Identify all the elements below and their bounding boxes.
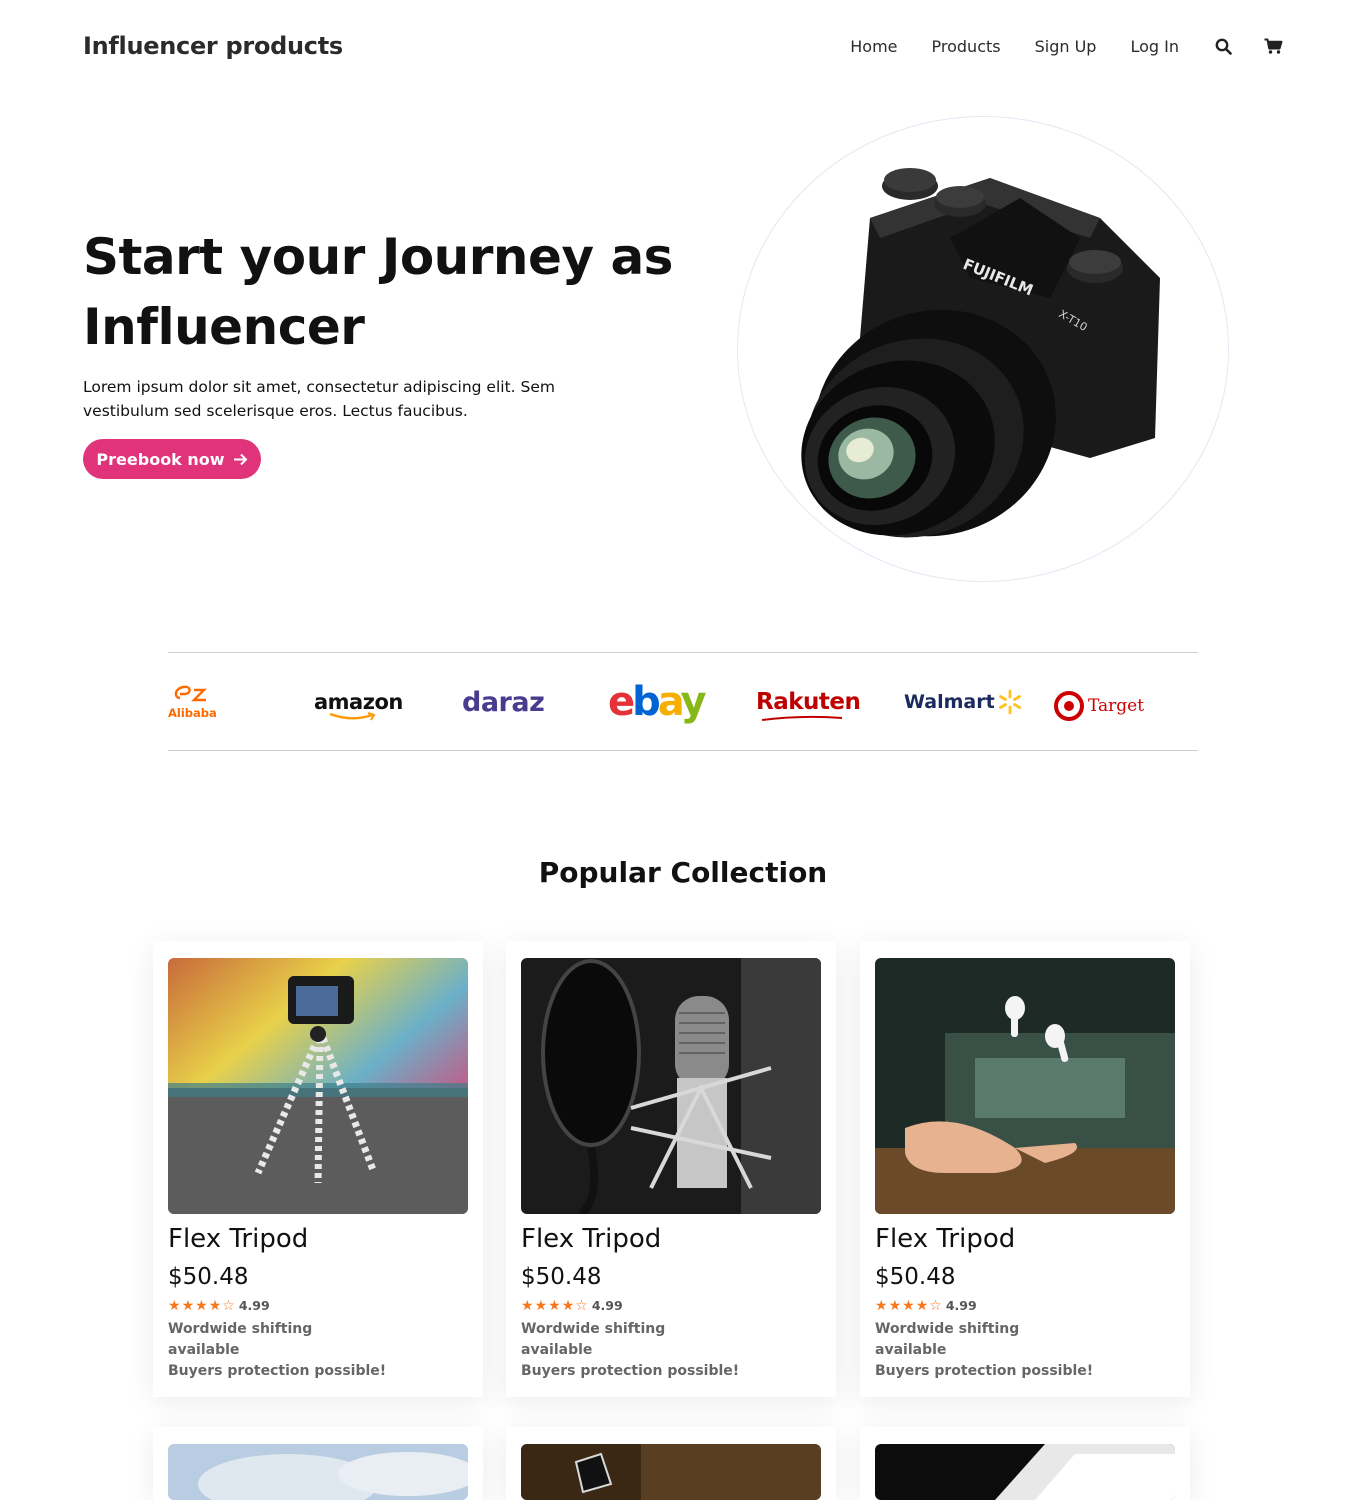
- amazon-logo[interactable]: amazon: [314, 673, 403, 731]
- alibaba-mark-icon: [175, 685, 208, 702]
- product-image[interactable]: [168, 1444, 468, 1500]
- product-name[interactable]: Flex Tripod: [168, 1224, 308, 1254]
- target-text: Target: [1088, 696, 1145, 716]
- star-icon: ★: [548, 1297, 561, 1314]
- rakuten-logo[interactable]: Rakuten: [756, 673, 861, 731]
- amazon-text: amazon: [314, 690, 403, 714]
- star-icon: ★: [195, 1297, 208, 1314]
- product-card[interactable]: [153, 1427, 483, 1500]
- walmart-spark-icon: [998, 689, 1021, 715]
- protection-info: Buyers protection possible!: [875, 1363, 1094, 1379]
- ebay-letter-e: e: [608, 679, 635, 725]
- protection-info: Buyers protection possible!: [168, 1363, 387, 1379]
- search-icon[interactable]: [1213, 36, 1233, 56]
- product-rating: ★ ★ ★ ★ ☆ 4.99: [875, 1298, 977, 1313]
- product-name[interactable]: Flex Tripod: [875, 1224, 1015, 1254]
- rating-value: 4.99: [945, 1298, 977, 1313]
- star-icon: ★: [534, 1297, 548, 1314]
- star-icon: ★: [208, 1297, 222, 1314]
- star-icon: ★: [521, 1297, 534, 1314]
- site-header: Influencer products Home Products Sign U…: [0, 0, 1366, 96]
- rating-value: 4.99: [591, 1298, 623, 1313]
- alibaba-logo[interactable]: Alibaba: [168, 673, 217, 731]
- star-icon: ★: [902, 1297, 915, 1314]
- product-card[interactable]: Flex Tripod $50.48 ★ ★ ★ ★ ☆ 4.99 Wordwide s…: [860, 941, 1190, 1397]
- nav-home[interactable]: Home: [850, 37, 897, 56]
- star-icon: ★: [888, 1297, 902, 1314]
- rating-value: 4.99: [238, 1298, 270, 1313]
- hero-description: Lorem ipsum dolor sit amet, consectetur …: [83, 378, 555, 420]
- star-half-icon: ☆: [575, 1297, 588, 1314]
- target-bullseye-icon: [1054, 691, 1084, 721]
- alibaba-text: Alibaba: [168, 706, 217, 720]
- star-icon: ★: [168, 1297, 181, 1314]
- product-image[interactable]: [521, 1444, 821, 1500]
- arrow-right-icon: [233, 453, 248, 466]
- hero-title: Start your Journey as Influencer: [83, 228, 673, 356]
- product-price: $50.48: [521, 1264, 602, 1290]
- nav-log-in[interactable]: Log In: [1130, 37, 1179, 56]
- star-half-icon: ☆: [222, 1297, 235, 1314]
- product-rating: ★ ★ ★ ★ ☆ 4.99: [168, 1298, 270, 1313]
- product-image[interactable]: [521, 958, 821, 1214]
- target-logo[interactable]: Target: [1054, 677, 1144, 735]
- walmart-logo[interactable]: Walmart: [904, 673, 1023, 731]
- product-name[interactable]: Flex Tripod: [521, 1224, 661, 1254]
- ebay-letter-a: a: [657, 679, 684, 725]
- star-icon: ★: [875, 1297, 888, 1314]
- star-icon: ★: [181, 1297, 195, 1314]
- preebook-button[interactable]: Preebook now: [83, 439, 261, 479]
- daraz-text: daraz: [462, 686, 545, 718]
- camera-image: FUJIFILM X-T10: [801, 168, 1160, 538]
- nav-sign-up[interactable]: Sign Up: [1035, 37, 1097, 56]
- product-card[interactable]: [506, 1427, 836, 1500]
- ebay-logo[interactable]: ebay: [608, 673, 707, 731]
- amazon-smile-icon: [329, 712, 376, 721]
- rakuten-text: Rakuten: [756, 689, 861, 715]
- daraz-logo[interactable]: daraz: [462, 673, 545, 731]
- cart-icon[interactable]: [1263, 36, 1283, 56]
- section-title: Popular Collection: [538, 856, 828, 889]
- star-icon: ★: [915, 1297, 929, 1314]
- brand-logo[interactable]: Influencer products: [83, 32, 343, 60]
- walmart-text: Walmart: [904, 691, 995, 713]
- partner-logos: Alibaba amazon daraz ebay Rakuten Walmar…: [168, 652, 1198, 751]
- product-card[interactable]: Flex Tripod $50.48 ★ ★ ★ ★ ☆ 4.99 Wordwide s…: [506, 941, 836, 1397]
- product-price: $50.48: [168, 1264, 249, 1290]
- product-image[interactable]: [875, 1444, 1175, 1500]
- product-rating: ★ ★ ★ ★ ☆ 4.99: [521, 1298, 623, 1313]
- shipping-info: Wordwide shifting available: [521, 1321, 666, 1358]
- star-icon: ★: [561, 1297, 575, 1314]
- product-image[interactable]: [168, 958, 468, 1214]
- shipping-info: Wordwide shifting available: [168, 1321, 313, 1358]
- product-card[interactable]: [860, 1427, 1190, 1500]
- star-half-icon: ☆: [929, 1297, 942, 1314]
- preebook-button-label: Preebook now: [96, 449, 225, 469]
- protection-info: Buyers protection possible!: [521, 1363, 740, 1379]
- nav-products[interactable]: Products: [932, 37, 1001, 56]
- product-card[interactable]: Flex Tripod $50.48 ★ ★ ★ ★ ☆ 4.99 Wordwide s…: [153, 941, 483, 1397]
- main-nav: Home Products Sign Up Log In: [816, 36, 1283, 56]
- ebay-letter-y: y: [680, 679, 707, 725]
- shipping-info: Wordwide shifting available: [875, 1321, 1020, 1358]
- rakuten-swoosh-icon: [762, 715, 842, 721]
- product-price: $50.48: [875, 1264, 956, 1290]
- ebay-letter-b: b: [632, 679, 661, 725]
- product-image[interactable]: [875, 958, 1175, 1214]
